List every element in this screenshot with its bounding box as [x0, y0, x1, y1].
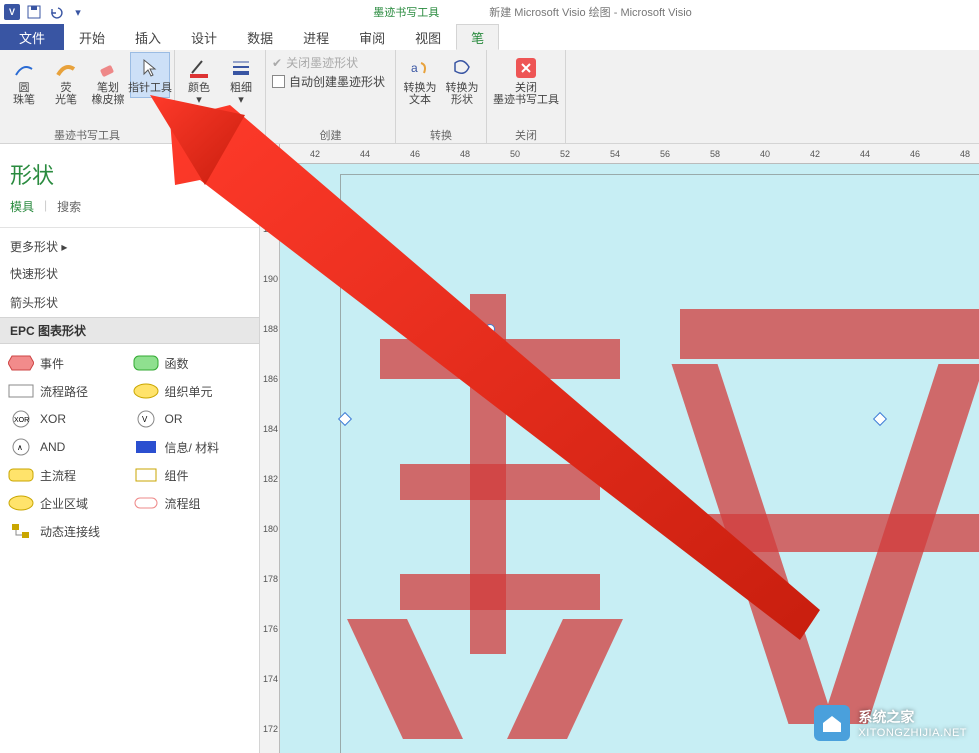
ink-stroke[interactable] [400, 464, 600, 500]
arrow-shapes-link[interactable]: 箭头形状 [0, 288, 259, 317]
shape-process-path[interactable]: 流程路径 [6, 380, 129, 402]
tab-design[interactable]: 设计 [176, 24, 232, 50]
watermark-logo-icon [814, 705, 850, 741]
shape-dynamic-connector[interactable]: 动态连接线 [6, 520, 253, 542]
tab-review[interactable]: 审阅 [344, 24, 400, 50]
convert-to-shape-button[interactable]: 转换为 形状 [442, 52, 482, 110]
chevron-right-icon: ▸ [61, 240, 67, 254]
app-icon: V [4, 4, 20, 20]
svg-text:a: a [411, 61, 418, 75]
group-ink-tools-label: 墨迹书写工具 [4, 127, 170, 143]
checkbox-icon [272, 75, 285, 88]
drawing-canvas[interactable] [280, 164, 979, 753]
ink-stroke[interactable] [680, 309, 979, 359]
pen-color-icon [187, 56, 211, 80]
svg-text:∧: ∧ [17, 443, 23, 452]
tab-file[interactable]: 文件 [0, 24, 64, 50]
shape-org-unit[interactable]: 组织单元 [131, 380, 254, 402]
shape-enterprise-area[interactable]: 企业区域 [6, 492, 129, 514]
shape-or[interactable]: VOR [131, 408, 254, 430]
stencil-header[interactable]: EPC 图表形状 [0, 317, 259, 344]
highlighter-button[interactable]: 荧 光笔 [46, 52, 86, 110]
shape-info-material[interactable]: 信息/ 材料 [131, 436, 254, 458]
shape-event[interactable]: 事件 [6, 352, 129, 374]
group-close-label: 关闭 [491, 127, 561, 143]
ink-color-button[interactable]: 颜色▾ [179, 52, 219, 110]
shape-main-process[interactable]: 主流程 [6, 464, 129, 486]
group-convert-label: 转换 [400, 127, 482, 143]
svg-text:XOR: XOR [14, 417, 29, 424]
highlighter-icon [54, 56, 78, 80]
quick-shapes-link[interactable]: 快速形状 [0, 259, 259, 288]
rotation-handle[interactable] [485, 324, 495, 334]
stencils-tab[interactable]: 模具 [10, 198, 34, 219]
context-tool-title: 墨迹书写工具 [373, 4, 439, 20]
close-ink-shape-checkbox: ✔ 关闭墨迹形状 [272, 54, 385, 71]
tab-pen[interactable]: 笔 [456, 24, 499, 50]
shapes-panel: 形状 模具 | 搜索 更多形状 ▸ 快速形状 箭头形状 EPC 图表形状 事件 … [0, 144, 260, 753]
tab-insert[interactable]: 插入 [120, 24, 176, 50]
ink-thickness-button[interactable]: 粗细▾ [221, 52, 261, 110]
more-shapes-button[interactable]: 更多形状 ▸ [0, 228, 259, 259]
shapes-panel-title: 形状 [0, 144, 259, 198]
group-create-label: 创建 [270, 127, 391, 143]
ballpoint-pen-button[interactable]: 圆 珠笔 [4, 52, 44, 110]
eraser-icon [96, 56, 120, 80]
save-icon[interactable] [26, 4, 42, 20]
tab-view[interactable]: 视图 [400, 24, 456, 50]
shape-process-group[interactable]: 流程组 [131, 492, 254, 514]
search-tab[interactable]: 搜索 [57, 198, 81, 219]
ribbon: 圆 珠笔 荧 光笔 笔划 橡皮擦 指针工具 墨迹书写工具 颜色▾ [0, 50, 979, 144]
tab-home[interactable]: 开始 [64, 24, 120, 50]
document-title: 新建 Microsoft Visio 绘图 - Microsoft Visio [489, 4, 692, 20]
auto-create-ink-shape-checkbox[interactable]: 自动创建墨迹形状 [272, 73, 385, 90]
watermark: 系统之家 XITONGZHIJIA.NET [814, 705, 967, 741]
tab-data[interactable]: 数据 [232, 24, 288, 50]
svg-text:V: V [142, 415, 148, 424]
horizontal-ruler[interactable]: 404244464850525456584042444648 [280, 144, 979, 164]
ribbon-tabs: 文件 开始 插入 设计 数据 进程 审阅 视图 笔 [0, 24, 979, 50]
close-ink-tools-button[interactable]: 关闭 墨迹书写工具 [491, 52, 561, 110]
vertical-ruler[interactable]: 194192190188186184182180178176174172 [260, 164, 280, 753]
convert-shape-icon [450, 56, 474, 80]
tab-process[interactable]: 进程 [288, 24, 344, 50]
group-pen-label: 笔 [179, 127, 261, 143]
ink-stroke[interactable] [700, 514, 979, 552]
pointer-tool-button[interactable]: 指针工具 [130, 52, 170, 98]
qat-dropdown-icon[interactable]: ▾ [70, 4, 86, 20]
convert-to-text-button[interactable]: a 转换为 文本 [400, 52, 440, 110]
stroke-eraser-button[interactable]: 笔划 橡皮擦 [88, 52, 128, 110]
pointer-icon [138, 56, 162, 80]
check-icon: ✔ [272, 56, 282, 70]
shape-xor[interactable]: XORXOR [6, 408, 129, 430]
shape-function[interactable]: 函数 [131, 352, 254, 374]
canvas-area: 404244464850525456584042444648 194192190… [260, 144, 979, 753]
ink-stroke[interactable] [400, 574, 600, 610]
ballpoint-icon [12, 56, 36, 80]
shape-component[interactable]: 组件 [131, 464, 254, 486]
undo-icon[interactable] [48, 4, 64, 20]
shape-and[interactable]: ∧AND [6, 436, 129, 458]
convert-text-icon: a [408, 56, 432, 80]
close-icon [514, 56, 538, 80]
thickness-icon [229, 56, 253, 80]
